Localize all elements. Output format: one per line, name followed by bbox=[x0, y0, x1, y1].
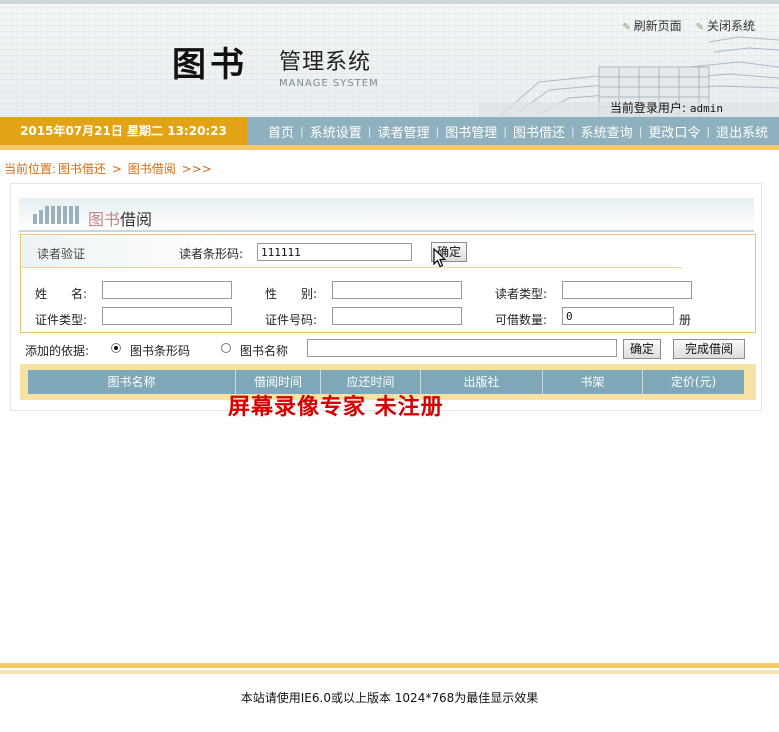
nav-item-home[interactable]: 首页 bbox=[262, 122, 300, 141]
add-by-row: 添加的依据: 图书条形码 图书名称 确定 完成借阅 bbox=[20, 336, 756, 362]
login-user-info: 当前登录用户: admin bbox=[609, 101, 723, 115]
col-shelf: 书架 bbox=[543, 370, 643, 394]
footer-note: 本站请使用IE6.0或以上版本 1024*768为最佳显示效果 bbox=[240, 691, 539, 705]
add-by-label: 添加的依据: bbox=[25, 344, 90, 358]
borrowable-count-field[interactable] bbox=[562, 307, 674, 325]
panel-title-bar: 图书 借阅 bbox=[19, 198, 754, 232]
id-number-field[interactable] bbox=[332, 307, 462, 325]
option-book-name-label: 图书名称 bbox=[240, 344, 289, 358]
name-label: 姓 名: bbox=[35, 287, 88, 301]
pencil-icon: ✎ bbox=[695, 22, 704, 33]
close-system-link[interactable]: ✎ 关闭系统 bbox=[696, 17, 755, 34]
add-confirm-button[interactable]: 确定 bbox=[623, 339, 661, 359]
nav-links: 首页 | 系统设置 | 读者管理 | 图书管理 | 图书借还 | 系统查询 | 更改口令 | … bbox=[262, 117, 774, 145]
nav-item-logout[interactable]: 退出系统 bbox=[710, 122, 774, 141]
col-book-name: 图书名称 bbox=[28, 370, 236, 394]
col-price: 定价(元) bbox=[670, 375, 717, 389]
panel-title-part2: 借阅 bbox=[120, 210, 153, 229]
nav-item-change-password[interactable]: 更改口令 bbox=[642, 122, 706, 141]
panel-title-part1: 图书 bbox=[88, 210, 121, 229]
top-links: ✎ 刷新页面 ✎ 关闭系统 bbox=[622, 17, 755, 34]
option-book-barcode-label: 图书条形码 bbox=[130, 344, 191, 358]
mouse-cursor-icon bbox=[433, 248, 447, 268]
logo-main-text: 图书 bbox=[172, 45, 248, 85]
reader-verify-label: 读者验证 bbox=[37, 247, 86, 261]
reader-barcode-label: 读者条形码: bbox=[179, 247, 244, 261]
recorder-watermark: 屏幕录像专家 未注册 bbox=[228, 394, 444, 420]
add-by-input[interactable] bbox=[307, 339, 617, 357]
gender-label: 性 别: bbox=[265, 287, 318, 301]
nav-item-book-management[interactable]: 图书管理 bbox=[439, 122, 503, 141]
login-username: admin bbox=[689, 102, 723, 115]
gender-field[interactable] bbox=[332, 281, 462, 299]
radio-book-barcode[interactable] bbox=[111, 343, 121, 353]
main-nav: 2015年07月21日 星期二 13:20:23 首页 | 系统设置 | 读者管理 |… bbox=[0, 117, 779, 145]
finish-borrow-button[interactable]: 完成借阅 bbox=[673, 339, 745, 359]
logo-sub-text: 管理系统 bbox=[279, 50, 372, 75]
nav-item-reader-management[interactable]: 读者管理 bbox=[371, 122, 435, 141]
breadcrumb-borrow-return[interactable]: 图书借还 bbox=[58, 162, 106, 176]
breadcrumb: 当前位置: 图书借还 > 图书借阅 >>> bbox=[4, 162, 212, 176]
borrowable-unit: 册 bbox=[679, 313, 692, 327]
reader-form: 读者验证 读者条形码: 确定 姓 名: 性 别: 读者类型: 证件类型: 证件号… bbox=[20, 234, 756, 333]
title-bars-icon bbox=[33, 206, 79, 224]
refresh-page-link[interactable]: ✎ 刷新页面 bbox=[622, 17, 681, 34]
borrow-panel: 图书 借阅 读者验证 读者条形码: 确定 姓 名: 性 别: 读者类型: 证件类… bbox=[10, 183, 762, 411]
borrowable-count-label: 可借数量: bbox=[495, 313, 548, 327]
nav-divider bbox=[0, 145, 779, 150]
current-datetime: 2015年07月21日 星期二 13:20:23 bbox=[0, 117, 247, 145]
logo-english-text: MANAGE SYSTEM bbox=[279, 78, 379, 89]
radio-book-name[interactable] bbox=[221, 343, 231, 353]
reader-type-field[interactable] bbox=[562, 281, 692, 299]
pencil-icon: ✎ bbox=[622, 22, 631, 33]
reader-type-label: 读者类型: bbox=[495, 287, 548, 301]
nav-item-system-settings[interactable]: 系统设置 bbox=[304, 122, 368, 141]
id-type-field[interactable] bbox=[102, 307, 232, 325]
site-header: ✎ 刷新页面 ✎ 关闭系统 图书 管理系统 MANAGE SYSTEM 当前登录用户… bbox=[0, 0, 779, 117]
nav-item-borrow-return[interactable]: 图书借还 bbox=[507, 122, 571, 141]
id-number-label: 证件号码: bbox=[265, 313, 318, 327]
id-type-label: 证件类型: bbox=[35, 313, 88, 327]
reader-barcode-input[interactable] bbox=[257, 243, 412, 261]
breadcrumb-book-borrow[interactable]: 图书借阅 bbox=[128, 162, 176, 176]
nav-item-system-query[interactable]: 系统查询 bbox=[575, 122, 639, 141]
footer-divider bbox=[0, 663, 779, 668]
footer-divider-light bbox=[0, 670, 779, 674]
name-field[interactable] bbox=[102, 281, 232, 299]
